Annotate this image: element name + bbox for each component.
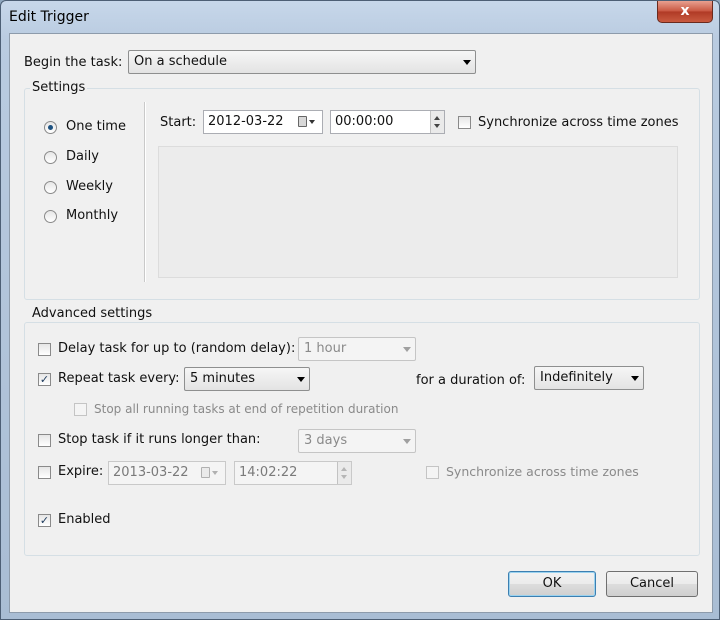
begin-task-value: On a schedule (134, 54, 227, 69)
repeat-task-label[interactable]: Repeat task every: (58, 371, 180, 386)
chevron-down-icon (403, 347, 411, 352)
enabled-checkbox[interactable]: ✓ (38, 514, 51, 527)
radio-daily-label[interactable]: Daily (66, 149, 99, 164)
delay-value: 1 hour (304, 341, 347, 356)
settings-group-title: Settings (30, 80, 88, 95)
stop-longer-checkbox[interactable] (38, 434, 51, 447)
delay-dropdown[interactable]: 1 hour (298, 337, 416, 361)
advanced-settings-title: Advanced settings (30, 306, 155, 321)
close-icon: x (680, 3, 690, 19)
radio-monthly[interactable] (44, 210, 57, 223)
checkmark-icon: ✓ (39, 373, 50, 386)
repeat-interval-dropdown[interactable]: 5 minutes (184, 367, 310, 391)
title-bar[interactable]: Edit Trigger x (1, 1, 719, 33)
expire-time-spinner[interactable] (337, 462, 351, 484)
expire-checkbox[interactable] (38, 466, 51, 479)
checkmark-icon: ✓ (39, 514, 50, 527)
settings-separator (144, 102, 146, 282)
close-button[interactable]: x (657, 1, 713, 23)
start-time-field[interactable]: 00:00:00 (330, 110, 445, 134)
duration-value: Indefinitely (540, 370, 613, 385)
radio-weekly[interactable] (44, 181, 57, 194)
start-label: Start: (160, 115, 197, 130)
stop-all-tasks-checkbox[interactable] (74, 403, 87, 416)
expire-time-value: 14:02:22 (239, 465, 298, 480)
enabled-label[interactable]: Enabled (58, 512, 111, 527)
sync-time-zones-checkbox[interactable] (458, 116, 471, 129)
chevron-down-icon (463, 60, 471, 65)
calendar-icon[interactable] (199, 462, 221, 484)
delay-task-label[interactable]: Delay task for up to (random delay): (58, 341, 295, 356)
radio-one-time-label[interactable]: One time (66, 119, 126, 134)
chevron-down-icon (297, 377, 305, 382)
repeat-interval-value: 5 minutes (190, 371, 256, 386)
stop-longer-label[interactable]: Stop task if it runs longer than: (58, 432, 261, 447)
begin-task-dropdown[interactable]: On a schedule (128, 50, 476, 74)
spin-down-icon (434, 124, 440, 128)
chevron-down-icon (631, 376, 639, 381)
radio-one-time[interactable] (44, 121, 57, 134)
duration-dropdown[interactable]: Indefinitely (534, 366, 644, 390)
start-time-value: 00:00:00 (335, 114, 394, 129)
ok-button[interactable]: OK (508, 571, 596, 597)
edit-trigger-window: Edit Trigger x Begin the task: On a sche… (0, 0, 720, 620)
window-title: Edit Trigger (9, 9, 89, 25)
cancel-button[interactable]: Cancel (606, 571, 698, 597)
expire-date-value: 2013-03-22 (113, 465, 189, 480)
stop-longer-value: 3 days (304, 433, 348, 448)
expire-date-picker[interactable]: 2013-03-22 (108, 461, 226, 485)
dialog-body: Begin the task: On a schedule Settings O… (9, 33, 713, 613)
start-date-value: 2012-03-22 (208, 114, 284, 129)
expire-time-field[interactable]: 14:02:22 (234, 461, 352, 485)
sync-time-zones-label[interactable]: Synchronize across time zones (478, 115, 678, 130)
repeat-task-checkbox[interactable]: ✓ (38, 373, 51, 386)
expire-label[interactable]: Expire: (58, 464, 103, 479)
schedule-detail-panel (158, 146, 678, 278)
start-time-spinner[interactable] (430, 111, 444, 133)
start-date-picker[interactable]: 2012-03-22 (203, 110, 323, 134)
chevron-down-icon (403, 439, 411, 444)
spin-up-icon (341, 467, 347, 471)
radio-weekly-label[interactable]: Weekly (66, 179, 113, 194)
spin-down-icon (341, 475, 347, 479)
calendar-icon[interactable] (296, 111, 318, 133)
expire-sync-checkbox[interactable] (426, 466, 439, 479)
stop-all-tasks-label[interactable]: Stop all running tasks at end of repetit… (94, 402, 398, 416)
begin-task-label: Begin the task: (24, 55, 123, 70)
duration-label: for a duration of: (416, 373, 526, 388)
radio-daily[interactable] (44, 151, 57, 164)
spin-up-icon (434, 116, 440, 120)
delay-task-checkbox[interactable] (38, 343, 51, 356)
stop-longer-dropdown[interactable]: 3 days (298, 429, 416, 453)
radio-monthly-label[interactable]: Monthly (66, 208, 118, 223)
expire-sync-label[interactable]: Synchronize across time zones (446, 464, 639, 479)
